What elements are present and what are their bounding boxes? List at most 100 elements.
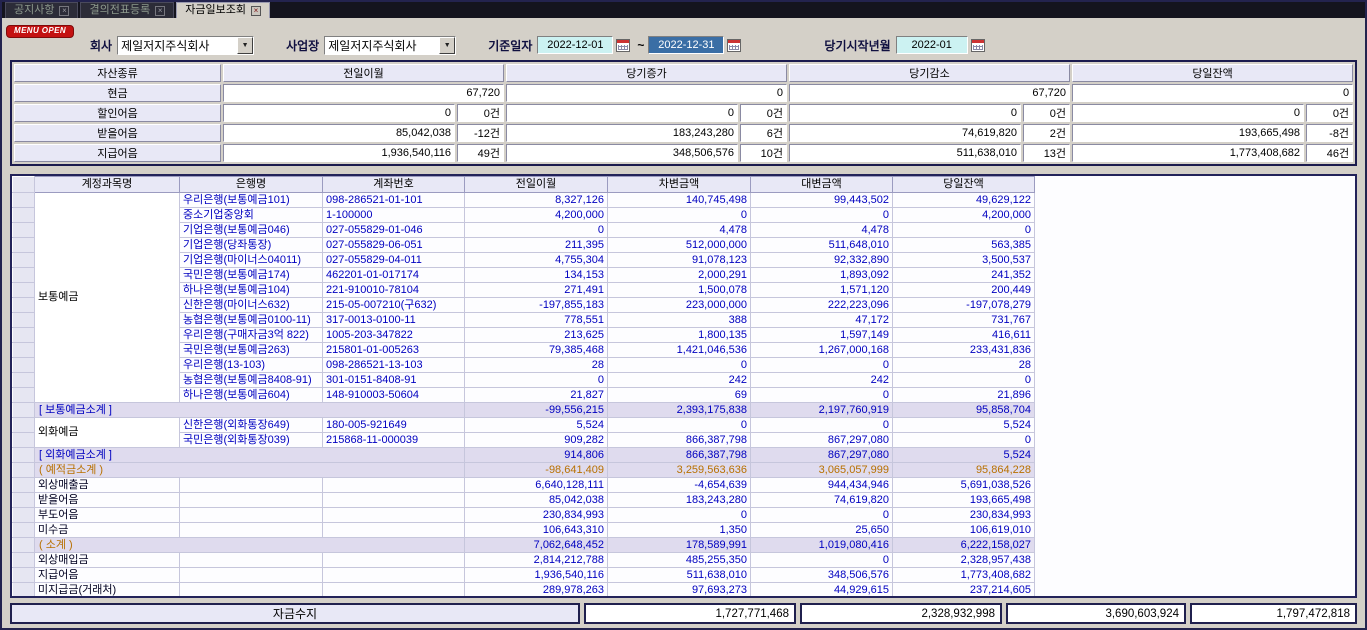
detail-row[interactable]: ( 소계 )7,062,648,452178,589,9911,019,080,… [13, 538, 1035, 553]
tab-close-icon[interactable]: × [251, 6, 261, 16]
calendar-icon[interactable] [616, 39, 630, 52]
detail-row[interactable]: 지급어음1,936,540,116511,638,010348,506,5761… [13, 568, 1035, 583]
cell-prev-balance: 2,814,212,788 [465, 553, 608, 568]
summary-amount: 67,720 [789, 84, 1070, 102]
cell-account-no [323, 568, 465, 583]
row-indicator[interactable] [13, 388, 35, 403]
cell-day-balance: 4,200,000 [893, 208, 1035, 223]
cell-prev-balance: 778,551 [465, 313, 608, 328]
row-indicator[interactable] [13, 448, 35, 463]
cell-credit: 4,478 [751, 223, 893, 238]
detail-header: 차변금액 [608, 177, 751, 193]
row-indicator[interactable] [13, 223, 35, 238]
summary-count: 0건 [740, 104, 787, 122]
cell-bank-name: 중소기업중앙회 [180, 208, 323, 223]
row-indicator[interactable] [13, 508, 35, 523]
cell-day-balance: 21,896 [893, 388, 1035, 403]
row-indicator[interactable] [13, 328, 35, 343]
summary-header-asset-type: 자산종류 [14, 64, 221, 82]
row-indicator[interactable] [13, 463, 35, 478]
row-indicator[interactable] [13, 478, 35, 493]
summary-amount: 511,638,010 [789, 144, 1021, 162]
cell-credit: 44,929,615 [751, 583, 893, 598]
cell-bank-name [180, 568, 323, 583]
row-indicator[interactable] [13, 193, 35, 208]
summary-count: 49건 [457, 144, 504, 162]
cell-bank-name: 하나은행(보통예금604) [180, 388, 323, 403]
calendar-icon[interactable] [727, 39, 741, 52]
row-indicator[interactable] [13, 403, 35, 418]
chevron-down-icon[interactable]: ▼ [439, 37, 455, 54]
date-from-input[interactable]: 2022-12-01 [537, 36, 613, 54]
cell-prev-balance: 85,042,038 [465, 493, 608, 508]
detail-row[interactable]: 외화예금신한은행(외화통장649)180-005-9216495,524005,… [13, 418, 1035, 433]
row-indicator[interactable] [13, 358, 35, 373]
tab-close-icon[interactable]: × [59, 6, 69, 16]
date-to-input[interactable]: 2022-12-31 [648, 36, 724, 54]
row-indicator[interactable] [13, 253, 35, 268]
cell-day-balance: 95,864,228 [893, 463, 1035, 478]
detail-row[interactable]: 외상매입금2,814,212,788485,255,35002,328,957,… [13, 553, 1035, 568]
cell-bank-name: 신한은행(외화통장649) [180, 418, 323, 433]
row-indicator[interactable] [13, 313, 35, 328]
cell-credit: 92,332,890 [751, 253, 893, 268]
cell-prev-balance: 8,327,126 [465, 193, 608, 208]
detail-header: 계좌번호 [323, 177, 465, 193]
cell-debit: 242 [608, 373, 751, 388]
detail-row[interactable]: ( 예적금소계 )-98,641,4093,259,563,6363,065,0… [13, 463, 1035, 478]
cell-day-balance: 1,773,408,682 [893, 568, 1035, 583]
menu-open-button[interactable]: MENU OPEN [6, 25, 74, 38]
tab-close-icon[interactable]: × [155, 6, 165, 16]
row-indicator[interactable] [13, 568, 35, 583]
cell-day-balance: 5,691,038,526 [893, 478, 1035, 493]
detail-row[interactable]: [ 외화예금소계 ]914,806866,387,798867,297,0805… [13, 448, 1035, 463]
detail-row[interactable]: 부도어음230,834,99300230,834,993 [13, 508, 1035, 523]
tab-3[interactable]: 자금일보조회× [176, 2, 270, 18]
cell-day-balance: 95,858,704 [893, 403, 1035, 418]
row-indicator[interactable] [13, 283, 35, 298]
cell-credit: 0 [751, 418, 893, 433]
row-indicator[interactable] [13, 343, 35, 358]
site-select[interactable]: 제일저지주식회사 ▼ [324, 36, 456, 55]
detail-row[interactable]: 미수금106,643,3101,35025,650106,619,010 [13, 523, 1035, 538]
row-indicator[interactable] [13, 553, 35, 568]
row-indicator[interactable] [13, 433, 35, 448]
cell-bank-name: 농협은행(보통예금8408-91) [180, 373, 323, 388]
cell-debit: 69 [608, 388, 751, 403]
detail-row[interactable]: 보통예금우리은행(보통예금101)098-286521-01-1018,327,… [13, 193, 1035, 208]
summary-header: 전일이월 [223, 64, 504, 82]
row-indicator[interactable] [13, 523, 35, 538]
row-indicator[interactable] [13, 538, 35, 553]
row-indicator[interactable] [13, 208, 35, 223]
detail-row[interactable]: [ 보통예금소계 ]-99,556,2152,393,175,8382,197,… [13, 403, 1035, 418]
period-start-input[interactable]: 2022-01 [896, 36, 968, 54]
row-indicator[interactable] [13, 373, 35, 388]
summary-count: 2건 [1023, 124, 1070, 142]
summary-count: 0건 [1023, 104, 1070, 122]
detail-header: 전일이월 [465, 177, 608, 193]
row-indicator[interactable] [13, 493, 35, 508]
row-indicator[interactable] [13, 418, 35, 433]
company-select[interactable]: 제일저지주식회사 ▼ [117, 36, 254, 55]
row-indicator[interactable] [13, 268, 35, 283]
detail-row[interactable]: 미지급금(거래처)289,978,26397,693,27344,929,615… [13, 583, 1035, 598]
tab-1[interactable]: 공지사항× [5, 2, 78, 18]
cell-credit: 0 [751, 388, 893, 403]
row-indicator[interactable] [13, 583, 35, 598]
cell-debit: 183,243,280 [608, 493, 751, 508]
cell-day-balance: 0 [893, 373, 1035, 388]
row-indicator[interactable] [13, 238, 35, 253]
tab-2[interactable]: 결의전표등록× [80, 2, 174, 18]
cell-prev-balance: 5,524 [465, 418, 608, 433]
row-indicator[interactable] [13, 298, 35, 313]
cell-credit: 1,571,120 [751, 283, 893, 298]
subtotal-label: ( 예적금소계 ) [35, 463, 465, 478]
chevron-down-icon[interactable]: ▼ [237, 37, 253, 54]
cell-prev-balance: 271,491 [465, 283, 608, 298]
detail-row[interactable]: 외상매출금6,640,128,111-4,654,639944,434,9465… [13, 478, 1035, 493]
cell-bank-name: 기업은행(마이너스04011) [180, 253, 323, 268]
detail-row[interactable]: 받을어음85,042,038183,243,28074,619,820193,6… [13, 493, 1035, 508]
calendar-icon[interactable] [971, 39, 985, 52]
cell-account-group: 보통예금 [35, 193, 180, 403]
cell-prev-balance: 134,153 [465, 268, 608, 283]
